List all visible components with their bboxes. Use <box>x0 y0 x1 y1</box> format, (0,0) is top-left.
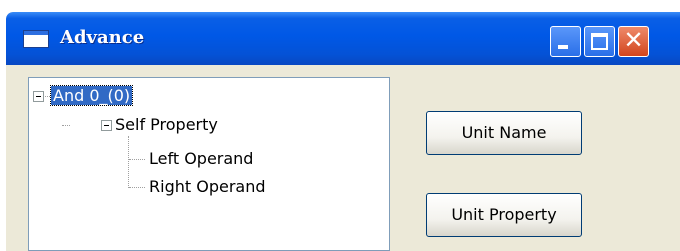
tree-node-right-operand[interactable]: Right Operand <box>147 176 268 198</box>
tree-node-label: Right Operand <box>149 177 266 196</box>
minimize-button[interactable] <box>550 26 581 57</box>
unit-name-button[interactable]: Unit Name <box>426 111 582 155</box>
maximize-icon <box>591 33 608 50</box>
title-bar[interactable]: Advance ✕ <box>6 12 680 65</box>
maximize-button[interactable] <box>584 26 615 57</box>
minimize-icon <box>558 45 568 49</box>
tree-node-label: And 0_(0) <box>49 85 134 106</box>
close-button[interactable]: ✕ <box>618 26 649 57</box>
tree-view[interactable]: And 0_(0) Self Property Left Operand Rig… <box>28 77 390 251</box>
tree-node-left-operand[interactable]: Left Operand <box>147 148 255 170</box>
tree-connector <box>128 136 129 188</box>
collapse-toggle[interactable] <box>33 91 44 102</box>
tree-node-root[interactable]: And 0_(0) <box>49 85 134 107</box>
window-title: Advance <box>60 27 145 48</box>
window-icon <box>23 30 49 48</box>
close-icon: ✕ <box>623 26 644 54</box>
tree-node-self-property[interactable]: Self Property <box>113 114 220 136</box>
unit-property-button[interactable]: Unit Property <box>426 193 582 237</box>
tree-node-label: Self Property <box>115 115 218 134</box>
tree-connector <box>129 159 145 160</box>
tree-node-label: Left Operand <box>149 149 254 168</box>
collapse-toggle[interactable] <box>101 120 112 131</box>
tree-connector <box>129 187 145 188</box>
tree-connector <box>62 125 70 126</box>
